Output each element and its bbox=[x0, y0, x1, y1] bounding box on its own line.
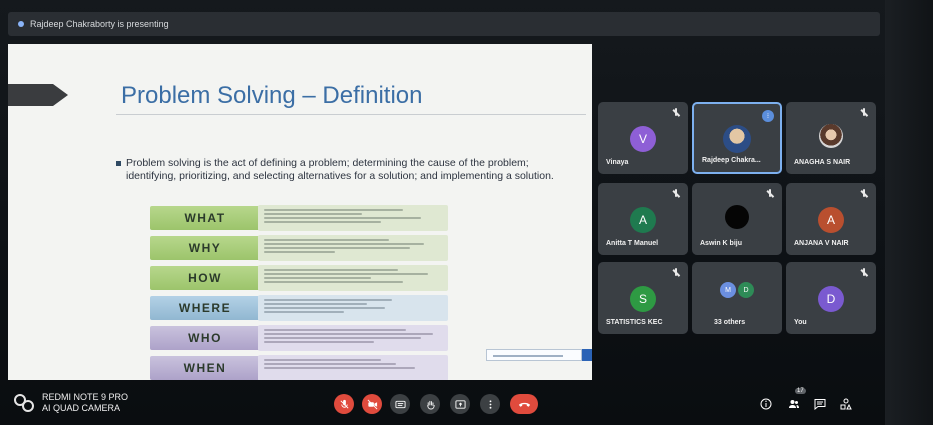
watermark-line2: AI QUAD CAMERA bbox=[42, 403, 121, 413]
camera-logo-icon bbox=[14, 392, 36, 414]
participant-name: STATISTICS KEC bbox=[606, 319, 663, 326]
others-tile[interactable]: M D 33 others bbox=[692, 262, 782, 334]
others-count: 33 others bbox=[714, 319, 746, 326]
mic-off-icon bbox=[860, 108, 869, 118]
mic-off-icon bbox=[672, 108, 681, 118]
participant-name: Aswin K biju bbox=[700, 240, 742, 247]
question-label: WHERE bbox=[150, 296, 260, 320]
slide-bullet-item: Problem solving is the act of defining a… bbox=[116, 157, 566, 182]
participant-count-badge: 17 bbox=[795, 388, 806, 394]
avatar bbox=[725, 205, 749, 229]
avatar bbox=[723, 125, 751, 153]
question-notes bbox=[258, 355, 448, 380]
mic-off-icon[interactable] bbox=[334, 394, 354, 414]
question-row: WHAT bbox=[150, 204, 450, 232]
question-row: WHEN bbox=[150, 354, 450, 380]
question-notes bbox=[258, 325, 448, 351]
watermark-line1: REDMI NOTE 9 PRO bbox=[42, 392, 129, 402]
participant-tile[interactable]: ANAGHA S NAIR bbox=[786, 102, 876, 174]
screen-edge bbox=[885, 0, 933, 425]
participant-tile[interactable]: A Anitta T Manuel bbox=[598, 183, 688, 255]
raise-hand-icon[interactable] bbox=[420, 394, 440, 414]
avatar bbox=[819, 124, 843, 148]
camera-off-icon[interactable] bbox=[362, 394, 382, 414]
question-label: WHY bbox=[150, 236, 260, 260]
shared-slide: Problem Solving – Definition Problem sol… bbox=[8, 44, 592, 380]
question-notes bbox=[258, 265, 448, 291]
participant-name: Vinaya bbox=[606, 159, 629, 166]
end-call-icon[interactable] bbox=[510, 394, 538, 414]
slide-divider bbox=[116, 114, 586, 115]
question-label: WHEN bbox=[150, 356, 260, 380]
question-row: WHERE bbox=[150, 294, 450, 322]
slide-arrow-shape bbox=[8, 84, 68, 106]
captions-icon[interactable] bbox=[390, 394, 410, 414]
avatar: V bbox=[630, 126, 656, 152]
camera-watermark: REDMI NOTE 9 PRO AI QUAD CAMERA bbox=[14, 392, 128, 414]
activities-icon[interactable] bbox=[838, 396, 854, 412]
info-icon[interactable] bbox=[758, 396, 774, 412]
avatar: D bbox=[818, 286, 844, 312]
question-label: HOW bbox=[150, 266, 260, 290]
slide-title: Problem Solving – Definition bbox=[121, 82, 423, 109]
bullet-icon bbox=[116, 161, 121, 166]
chat-icon[interactable] bbox=[812, 396, 828, 412]
present-icon[interactable] bbox=[450, 394, 470, 414]
mic-off-icon bbox=[860, 268, 869, 278]
mic-off-icon bbox=[860, 189, 869, 199]
question-notes bbox=[258, 295, 448, 321]
slide-bullet-text: Problem solving is the act of defining a… bbox=[126, 157, 554, 182]
participant-name: ANJANA V NAIR bbox=[794, 240, 849, 247]
avatar: D bbox=[738, 282, 754, 298]
participant-name: Rajdeep Chakra... bbox=[702, 157, 761, 164]
slide-notes-button[interactable] bbox=[582, 349, 592, 361]
participant-name: ANAGHA S NAIR bbox=[794, 159, 851, 166]
speaking-icon: ⁝ bbox=[762, 110, 774, 122]
avatar: S bbox=[630, 286, 656, 312]
participant-tile-active[interactable]: ⁝ Rajdeep Chakra... bbox=[692, 102, 782, 174]
participant-tile[interactable]: Aswin K biju bbox=[692, 183, 782, 255]
participant-name: Anitta T Manuel bbox=[606, 240, 659, 247]
mic-off-icon bbox=[672, 189, 681, 199]
presenting-banner: Rajdeep Chakraborty is presenting bbox=[8, 12, 880, 36]
question-row: HOW bbox=[150, 264, 450, 292]
mic-off-icon bbox=[766, 189, 775, 199]
slide-notes-input[interactable] bbox=[486, 349, 582, 361]
more-icon[interactable] bbox=[480, 394, 500, 414]
question-row: WHY bbox=[150, 234, 450, 262]
question-label: WHAT bbox=[150, 206, 260, 230]
avatar: M bbox=[720, 282, 736, 298]
avatar: A bbox=[630, 207, 656, 233]
question-list: WHAT WHY HOW WHERE WHO WHEN bbox=[150, 204, 450, 380]
mic-off-icon bbox=[672, 268, 681, 278]
participant-tile[interactable]: S STATISTICS KEC bbox=[598, 262, 688, 334]
control-bar bbox=[8, 386, 880, 420]
avatar: A bbox=[818, 207, 844, 233]
question-notes bbox=[258, 205, 448, 231]
presenting-indicator-icon bbox=[18, 21, 24, 27]
people-icon[interactable] bbox=[786, 396, 802, 412]
others-avatars: M D bbox=[720, 282, 754, 298]
participant-tile[interactable]: V Vinaya bbox=[598, 102, 688, 174]
participant-name: You bbox=[794, 319, 807, 326]
question-label: WHO bbox=[150, 326, 260, 350]
question-row: WHO bbox=[150, 324, 450, 352]
question-notes bbox=[258, 235, 448, 261]
self-tile[interactable]: D You bbox=[786, 262, 876, 334]
participant-tile[interactable]: A ANJANA V NAIR bbox=[786, 183, 876, 255]
presenting-text: Rajdeep Chakraborty is presenting bbox=[30, 19, 169, 29]
